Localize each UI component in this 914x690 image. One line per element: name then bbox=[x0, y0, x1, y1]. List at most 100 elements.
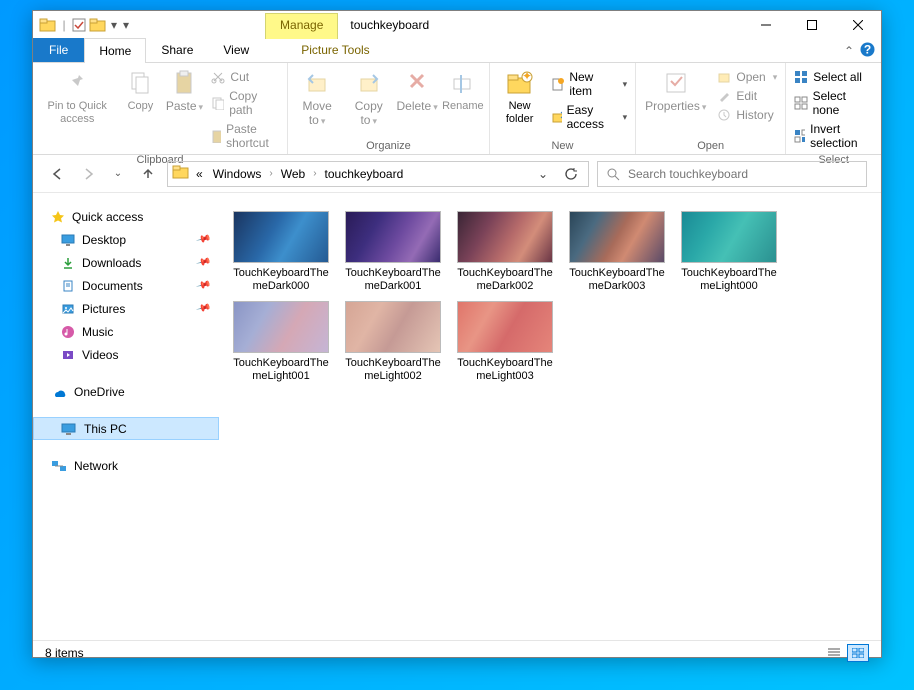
tab-share[interactable]: Share bbox=[146, 37, 208, 62]
tab-picture-tools[interactable]: Picture Tools bbox=[286, 37, 384, 62]
open-icon bbox=[717, 70, 731, 84]
file-item[interactable]: TouchKeyboardThemeLight003 bbox=[449, 297, 561, 387]
window-title: touchkeyboard bbox=[338, 11, 743, 39]
moveto-icon bbox=[303, 69, 331, 97]
paste-icon bbox=[172, 69, 196, 97]
pin-icon: 📌 bbox=[195, 278, 211, 294]
select-none-button[interactable]: Select none bbox=[790, 87, 877, 119]
nav-network[interactable]: Network bbox=[33, 454, 219, 477]
history-button[interactable]: History bbox=[713, 106, 781, 124]
thumbnail bbox=[457, 301, 553, 353]
back-button[interactable] bbox=[47, 163, 69, 185]
group-organize: Move to▾ Copy to▾ Delete▾ Rename Organiz… bbox=[288, 63, 490, 154]
nav-music[interactable]: Music bbox=[33, 320, 219, 343]
forward-button[interactable] bbox=[77, 163, 99, 185]
ribbon-collapse-icon[interactable]: ⌃ bbox=[844, 44, 854, 58]
ribbon-tabs: File Home Share View Picture Tools ⌃ ? bbox=[33, 39, 881, 63]
address-bar[interactable]: « Windows› Web› touchkeyboard ⌄ bbox=[167, 161, 589, 187]
new-folder-button[interactable]: ✦ New folder bbox=[494, 66, 546, 129]
file-item[interactable]: TouchKeyboardThemeDark002 bbox=[449, 207, 561, 297]
selectnone-icon bbox=[794, 96, 807, 110]
nav-videos[interactable]: Videos bbox=[33, 343, 219, 366]
minimize-button[interactable] bbox=[743, 11, 789, 39]
qat-dropdown-icon[interactable]: ▾ bbox=[109, 18, 119, 32]
copy-path-button[interactable]: Copy path bbox=[207, 87, 283, 119]
file-item[interactable]: TouchKeyboardThemeDark001 bbox=[337, 207, 449, 297]
nav-quick-access[interactable]: Quick access bbox=[33, 205, 219, 228]
file-name: TouchKeyboardThemeLight001 bbox=[229, 357, 333, 383]
file-name: TouchKeyboardThemeDark001 bbox=[341, 267, 445, 293]
edit-button[interactable]: Edit bbox=[713, 87, 781, 105]
pictures-icon bbox=[61, 302, 75, 316]
cut-button[interactable]: Cut bbox=[207, 68, 283, 86]
tab-home[interactable]: Home bbox=[84, 38, 146, 63]
details-view-button[interactable] bbox=[823, 644, 845, 662]
thumbnail bbox=[345, 301, 441, 353]
paste-shortcut-button[interactable]: Paste shortcut bbox=[207, 120, 283, 152]
help-icon[interactable]: ? bbox=[860, 42, 875, 60]
content-area[interactable]: TouchKeyboardThemeDark000TouchKeyboardTh… bbox=[219, 193, 881, 640]
refresh-button[interactable] bbox=[558, 162, 584, 186]
crumb-windows[interactable]: Windows bbox=[209, 167, 266, 181]
file-item[interactable]: TouchKeyboardThemeLight000 bbox=[673, 207, 785, 297]
new-item-button[interactable]: New item▾ bbox=[547, 68, 631, 100]
nav-desktop[interactable]: Desktop📌 bbox=[33, 228, 219, 251]
videos-icon bbox=[61, 348, 75, 362]
easy-access-button[interactable]: Easy access▾ bbox=[547, 101, 631, 133]
paste-button[interactable]: Paste▾ bbox=[163, 66, 205, 117]
up-button[interactable] bbox=[137, 163, 159, 185]
checkbox-icon[interactable] bbox=[71, 17, 87, 33]
document-icon bbox=[61, 279, 75, 293]
star-icon bbox=[51, 210, 65, 224]
group-label: Organize bbox=[292, 138, 485, 154]
rename-button[interactable]: Rename bbox=[441, 66, 485, 116]
copy-button[interactable]: Copy bbox=[119, 66, 161, 116]
easy-icon bbox=[551, 110, 561, 124]
nav-documents[interactable]: Documents📌 bbox=[33, 274, 219, 297]
nav-this-pc[interactable]: This PC bbox=[33, 417, 219, 440]
close-button[interactable] bbox=[835, 11, 881, 39]
search-input[interactable] bbox=[628, 167, 858, 181]
chevron-right-icon[interactable]: › bbox=[267, 168, 274, 179]
nav-pictures[interactable]: Pictures📌 bbox=[33, 297, 219, 320]
maximize-button[interactable] bbox=[789, 11, 835, 39]
group-label: New bbox=[494, 138, 631, 154]
copypath-icon bbox=[211, 96, 224, 110]
chevron-right-icon[interactable]: › bbox=[311, 168, 318, 179]
crumb-prefix[interactable]: « bbox=[192, 167, 207, 181]
file-item[interactable]: TouchKeyboardThemeLight001 bbox=[225, 297, 337, 387]
context-tab[interactable]: Manage bbox=[265, 13, 338, 39]
crumb-touchkeyboard[interactable]: touchkeyboard bbox=[321, 167, 408, 181]
thumbnails-view-button[interactable] bbox=[847, 644, 869, 662]
invert-selection-button[interactable]: Invert selection bbox=[790, 120, 877, 152]
address-dropdown[interactable]: ⌄ bbox=[530, 162, 556, 186]
select-all-button[interactable]: Select all bbox=[790, 68, 877, 86]
search-icon bbox=[606, 167, 620, 181]
pin-button[interactable]: Pin to Quick access bbox=[37, 66, 117, 129]
file-item[interactable]: TouchKeyboardThemeDark000 bbox=[225, 207, 337, 297]
titlebar: | ▾ ▾ Manage touchkeyboard bbox=[33, 11, 881, 39]
file-item[interactable]: TouchKeyboardThemeLight002 bbox=[337, 297, 449, 387]
copyto-icon bbox=[355, 69, 383, 97]
nav-downloads[interactable]: Downloads📌 bbox=[33, 251, 219, 274]
qat-overflow[interactable]: ▾ bbox=[123, 18, 129, 32]
nav-pane: Quick access Desktop📌 Downloads📌 Documen… bbox=[33, 193, 219, 640]
delete-button[interactable]: Delete▾ bbox=[395, 66, 439, 117]
group-label: Open bbox=[640, 138, 781, 154]
search-box[interactable] bbox=[597, 161, 867, 187]
svg-text:?: ? bbox=[864, 43, 871, 57]
crumb-web[interactable]: Web bbox=[277, 167, 309, 181]
move-to-button[interactable]: Move to▾ bbox=[292, 66, 342, 131]
file-item[interactable]: TouchKeyboardThemeDark003 bbox=[561, 207, 673, 297]
tab-file[interactable]: File bbox=[33, 38, 84, 62]
open-button[interactable]: Open▾ bbox=[713, 68, 781, 86]
recent-dropdown[interactable]: ⌄ bbox=[107, 163, 129, 185]
tab-view[interactable]: View bbox=[208, 37, 264, 62]
folder-small-icon[interactable] bbox=[89, 17, 107, 33]
properties-button[interactable]: Properties▾ bbox=[640, 66, 711, 117]
group-clipboard: Pin to Quick access Copy Paste▾ Cut Copy… bbox=[33, 63, 288, 154]
copy-to-button[interactable]: Copy to▾ bbox=[344, 66, 393, 131]
network-icon bbox=[51, 459, 67, 473]
download-icon bbox=[61, 256, 75, 270]
nav-onedrive[interactable]: OneDrive bbox=[33, 380, 219, 403]
